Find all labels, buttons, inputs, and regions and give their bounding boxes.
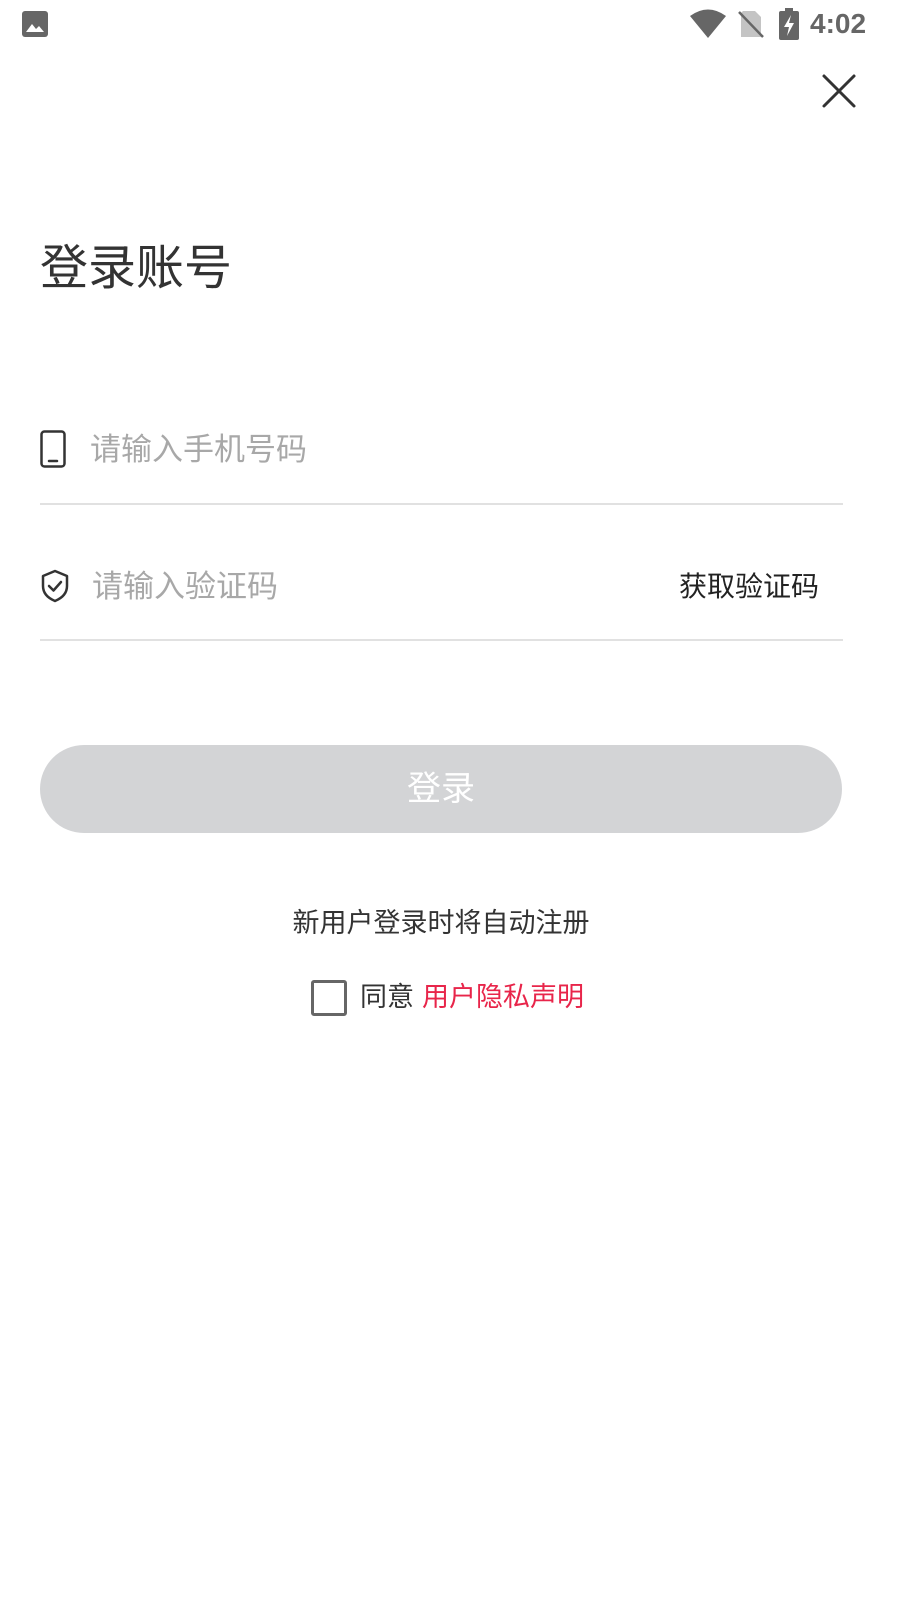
shield-check-icon xyxy=(41,569,69,603)
get-code-button[interactable]: 获取验证码 xyxy=(679,567,819,607)
login-button[interactable]: 登录 xyxy=(40,745,842,833)
no-sim-icon xyxy=(738,11,764,38)
agree-checkbox[interactable] xyxy=(311,980,347,1016)
battery-charging-icon xyxy=(779,8,799,40)
login-screen: 4:02 登录账号 获取验证码 登录 新用户登录时将自动注册 同意 用户隐私声明 xyxy=(0,0,900,1600)
gallery-icon xyxy=(22,11,48,37)
verification-code-input[interactable] xyxy=(92,565,652,609)
status-bar: 4:02 xyxy=(0,0,900,48)
phone-field xyxy=(40,403,843,505)
page-title: 登录账号 xyxy=(40,240,233,296)
status-time: 4:02 xyxy=(810,8,867,39)
privacy-policy-link[interactable]: 用户隐私声明 xyxy=(422,978,584,1018)
phone-input[interactable] xyxy=(90,428,790,472)
agree-label: 同意 xyxy=(360,982,414,1013)
auto-register-hint: 新用户登录时将自动注册 xyxy=(292,908,590,939)
code-field: 获取验证码 xyxy=(40,539,843,641)
phone-icon xyxy=(40,430,66,468)
close-icon[interactable] xyxy=(816,68,862,114)
wifi-icon xyxy=(690,9,726,38)
